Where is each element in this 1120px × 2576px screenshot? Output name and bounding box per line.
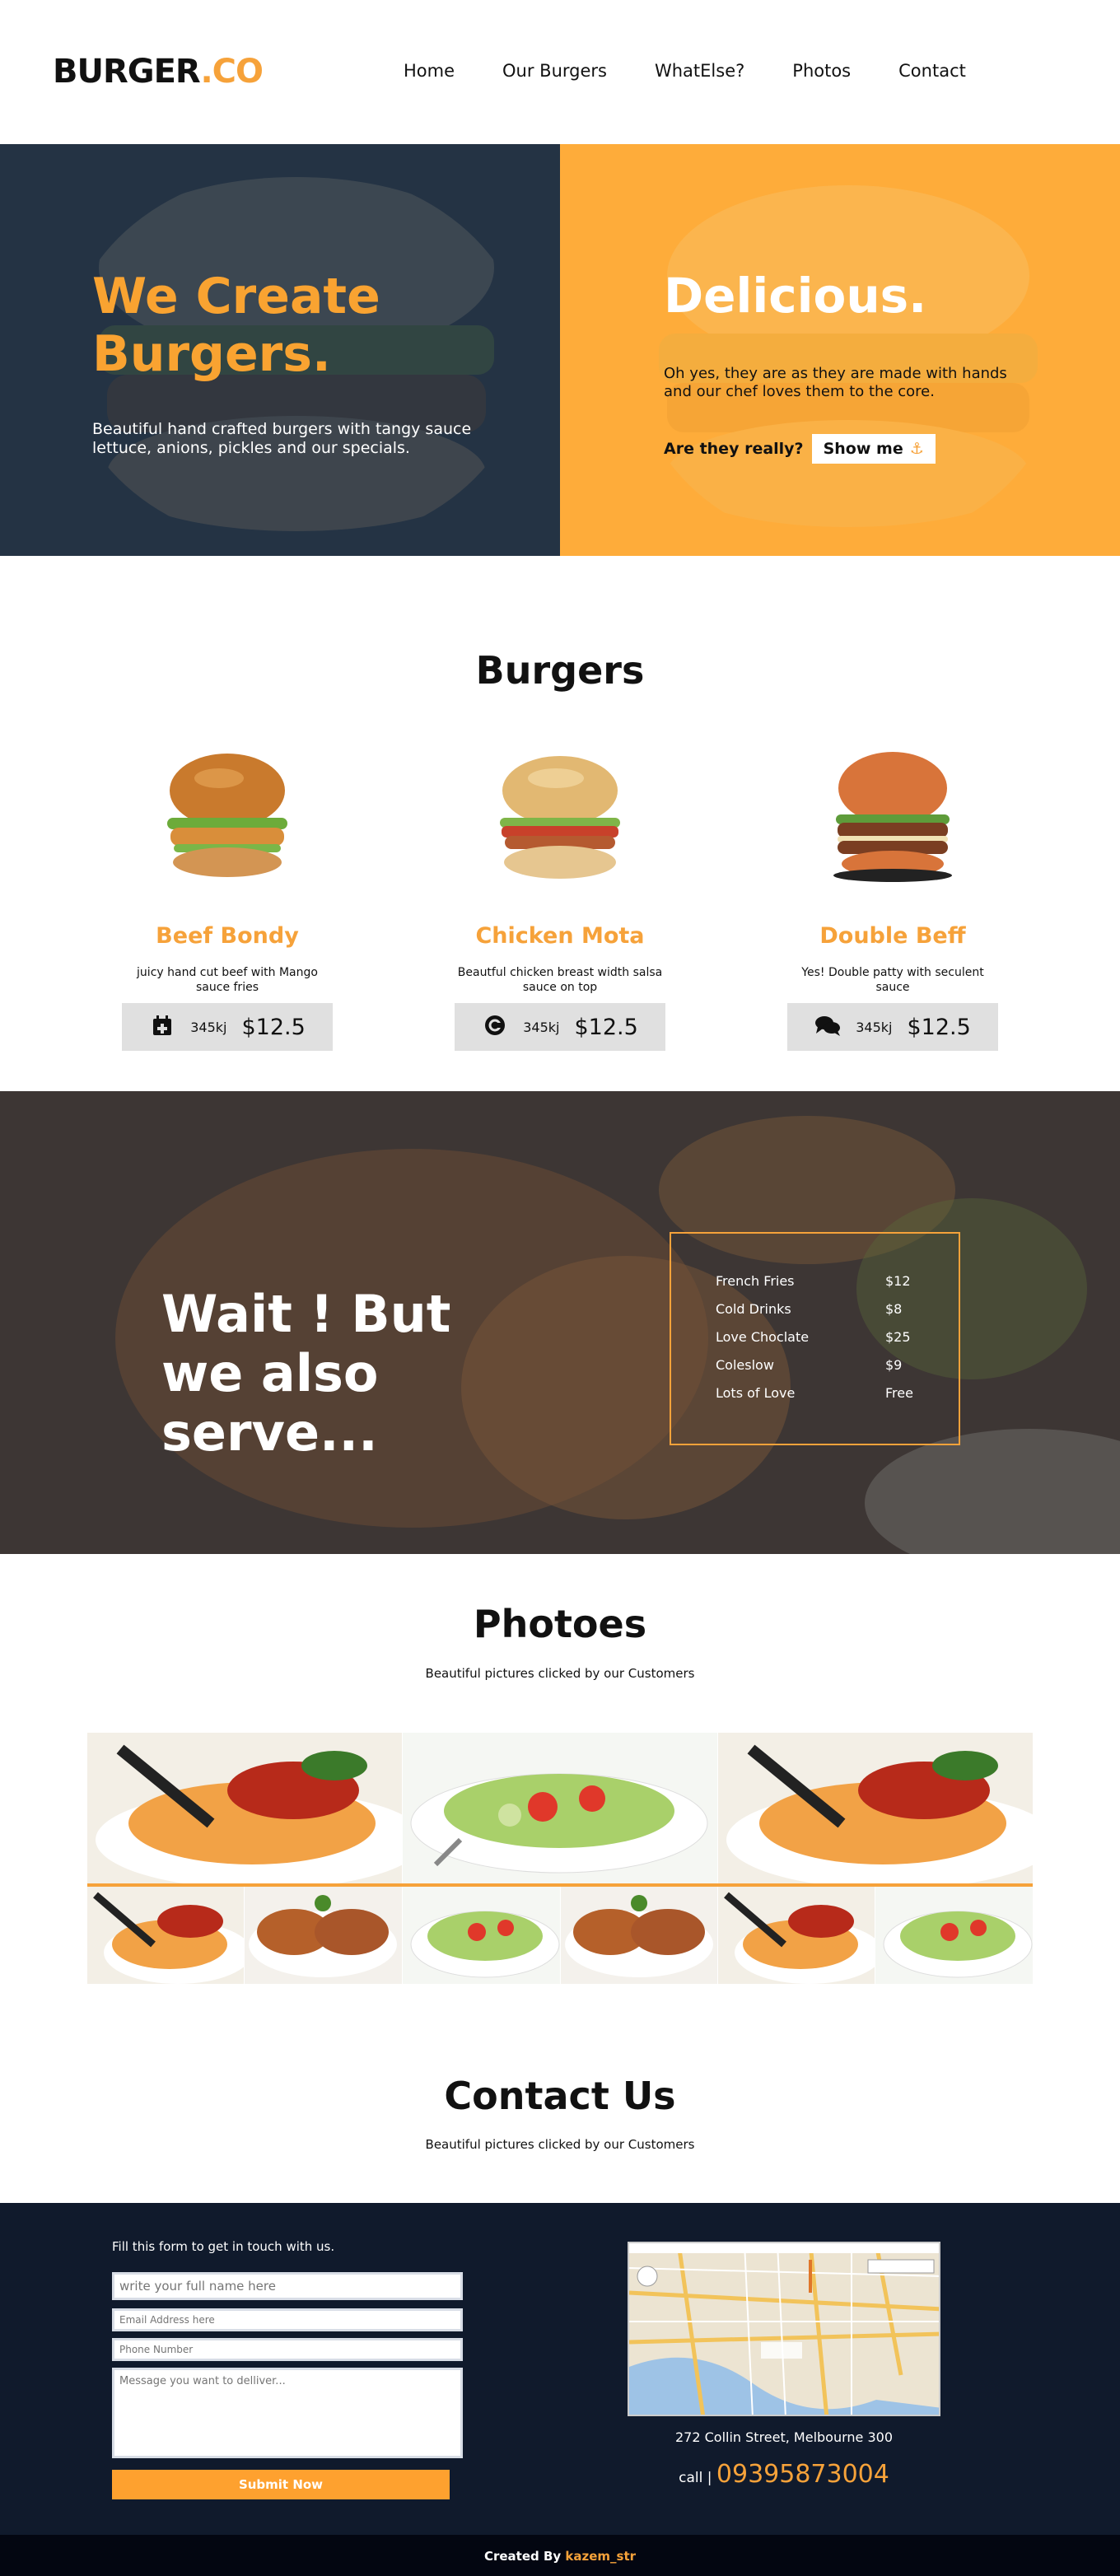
logo-accent: .CO	[200, 53, 264, 91]
call-line: call | 09395873004	[628, 2460, 940, 2489]
menu-item-name: Love Choclate	[716, 1329, 810, 1345]
location-map[interactable]	[628, 2242, 940, 2416]
hero-right-text: Oh yes, they are as they are made with h…	[664, 365, 1007, 400]
hero-left-text: Beautiful hand crafted burgers with tang…	[92, 420, 472, 457]
menu-item: French Fries $12	[716, 1273, 959, 1301]
burgers-title: Burgers	[475, 648, 645, 693]
burger-energy: 345kj	[523, 1019, 560, 1035]
hero-right-panel: Delicious. Oh yes, they are as they are …	[560, 144, 1120, 556]
burger-name: Double Beff	[819, 923, 966, 949]
nav-whatelse[interactable]: WhatElse?	[655, 61, 744, 81]
menu-item-price: $8	[885, 1301, 903, 1317]
contact-subtitle: Beautiful pictures clicked by our Custom…	[425, 2137, 695, 2152]
menu-item: Cold Drinks $8	[716, 1301, 959, 1329]
burger-name: Chicken Mota	[475, 923, 645, 949]
comments-icon	[814, 1014, 841, 1040]
burger-price-bar: 345kj $12.5	[122, 1003, 333, 1051]
photos-section: Photoes Beautiful pictures clicked by ou…	[0, 1554, 1120, 2030]
gallery-photo-pasta[interactable]	[87, 1887, 244, 1984]
menu-item-name: Coleslow	[716, 1357, 774, 1373]
also-serve-section: Wait ! But we also serve... French Fries…	[0, 1091, 1120, 1554]
burgers-section: Burgers Beef Bondy juicy hand cut beef w…	[0, 556, 1120, 1091]
name-field[interactable]	[112, 2272, 463, 2300]
gallery-photo-salad[interactable]	[403, 1733, 717, 1883]
copyright-icon	[482, 1014, 508, 1040]
burger-description: Yes! Double patty with seculent sauce	[801, 966, 984, 994]
photos-title: Photoes	[473, 1602, 647, 1646]
menu-item-price: $12	[885, 1273, 911, 1289]
footer: Created By kazem_str	[0, 2535, 1120, 2576]
phone-field[interactable]	[112, 2338, 463, 2361]
gallery-photo-chicken[interactable]	[561, 1887, 717, 1984]
hero: We Create Burgers. Beautiful hand crafte…	[0, 144, 1120, 556]
also-serve-title: Wait ! But we also serve...	[161, 1284, 451, 1463]
gallery-photo-chicken[interactable]	[245, 1887, 402, 1984]
burger-card: Beef Bondy juicy hand cut beef with Mang…	[120, 745, 334, 1051]
gallery-photo-salad[interactable]	[403, 1887, 560, 1984]
burger-image	[500, 756, 620, 879]
hero-left-title: We Create Burgers.	[92, 268, 380, 383]
contact-title: Contact Us	[444, 2074, 676, 2118]
gallery-photo-pasta[interactable]	[718, 1733, 1033, 1883]
burger-description: juicy hand cut beef with Mango sauce fri…	[137, 966, 318, 994]
photo-gallery	[87, 1733, 1033, 1984]
hero-right-burger-image	[659, 185, 1038, 527]
menu-item-price: Free	[885, 1385, 913, 1401]
menu-item-name: Cold Drinks	[716, 1301, 791, 1317]
show-me-button[interactable]: Show me ⚓	[811, 434, 936, 464]
footer-created-by: Created By	[483, 2549, 562, 2564]
nav-photos[interactable]: Photos	[792, 61, 851, 81]
menu-item: Coleslow $9	[716, 1357, 959, 1385]
phone-number[interactable]: 09395873004	[716, 2460, 889, 2489]
really-row: Are they really? Show me ⚓	[664, 434, 936, 464]
burger-energy: 345kj	[856, 1019, 893, 1035]
nav-home[interactable]: Home	[404, 61, 455, 81]
call-label: call |	[679, 2470, 712, 2486]
burger-card: Double Beff Yes! Double patty with secul…	[786, 745, 1000, 1051]
gallery-photo-pasta[interactable]	[718, 1887, 875, 1984]
navbar: BURGER.CO Home Our Burgers WhatElse? Pho…	[0, 0, 1120, 144]
hero-right-title: Delicious.	[664, 268, 927, 324]
footer-author[interactable]: kazem_str	[565, 2549, 636, 2564]
photos-subtitle: Beautiful pictures clicked by our Custom…	[425, 1666, 695, 1681]
burger-image	[833, 752, 952, 882]
contact-section: Fill this form to get in touch with us. …	[0, 2203, 1120, 2535]
burger-price: $12.5	[907, 1014, 971, 1040]
form-intro: Fill this form to get in touch with us.	[112, 2239, 335, 2254]
menu-item-name: Lots of Love	[716, 1385, 796, 1401]
burger-description: Beautful chicken breast width salsa sauc…	[457, 966, 663, 994]
burger-price: $12.5	[574, 1014, 638, 1040]
nav-our-burgers[interactable]: Our Burgers	[502, 61, 607, 81]
menu-item-price: $25	[885, 1329, 911, 1345]
address: 272 Collin Street, Melbourne 300	[674, 2429, 894, 2445]
gallery-photo-salad[interactable]	[875, 1887, 1033, 1984]
anchor-icon: ⚓	[909, 440, 924, 458]
menu-item-price: $9	[885, 1357, 903, 1373]
menu-item: Lots of Love Free	[716, 1385, 959, 1413]
really-question: Are they really?	[664, 440, 804, 458]
hero-left-panel: We Create Burgers. Beautiful hand crafte…	[0, 144, 560, 556]
gallery-photo-pasta[interactable]	[87, 1733, 402, 1883]
submit-button[interactable]: Submit Now	[112, 2470, 450, 2499]
burger-image	[167, 754, 287, 877]
burger-price-bar: 345kj $12.5	[455, 1003, 665, 1051]
message-field[interactable]	[112, 2368, 463, 2458]
menu-item-name: French Fries	[716, 1273, 795, 1289]
extras-menu: French Fries $12 Cold Drinks $8 Love Chocl…	[670, 1232, 960, 1445]
logo[interactable]: BURGER.CO	[53, 53, 264, 91]
burger-card: Chicken Mota Beautful chicken breast wid…	[453, 745, 667, 1051]
show-me-label: Show me	[823, 440, 903, 458]
nav-contact[interactable]: Contact	[898, 61, 966, 81]
menu-item: Love Choclate $25	[716, 1329, 959, 1357]
logo-main: BURGER	[53, 53, 201, 91]
calendar-plus-icon	[149, 1014, 175, 1040]
burger-energy: 345kj	[190, 1019, 227, 1035]
main-nav: Home Our Burgers WhatElse? Photos Contac…	[404, 61, 966, 81]
burger-price-bar: 345kj $12.5	[787, 1003, 998, 1051]
contact-heading-section: Contact Us Beautiful pictures clicked by…	[0, 2030, 1120, 2203]
email-field[interactable]	[112, 2308, 463, 2331]
burger-price: $12.5	[241, 1014, 306, 1040]
burger-name: Beef Bondy	[156, 923, 299, 949]
